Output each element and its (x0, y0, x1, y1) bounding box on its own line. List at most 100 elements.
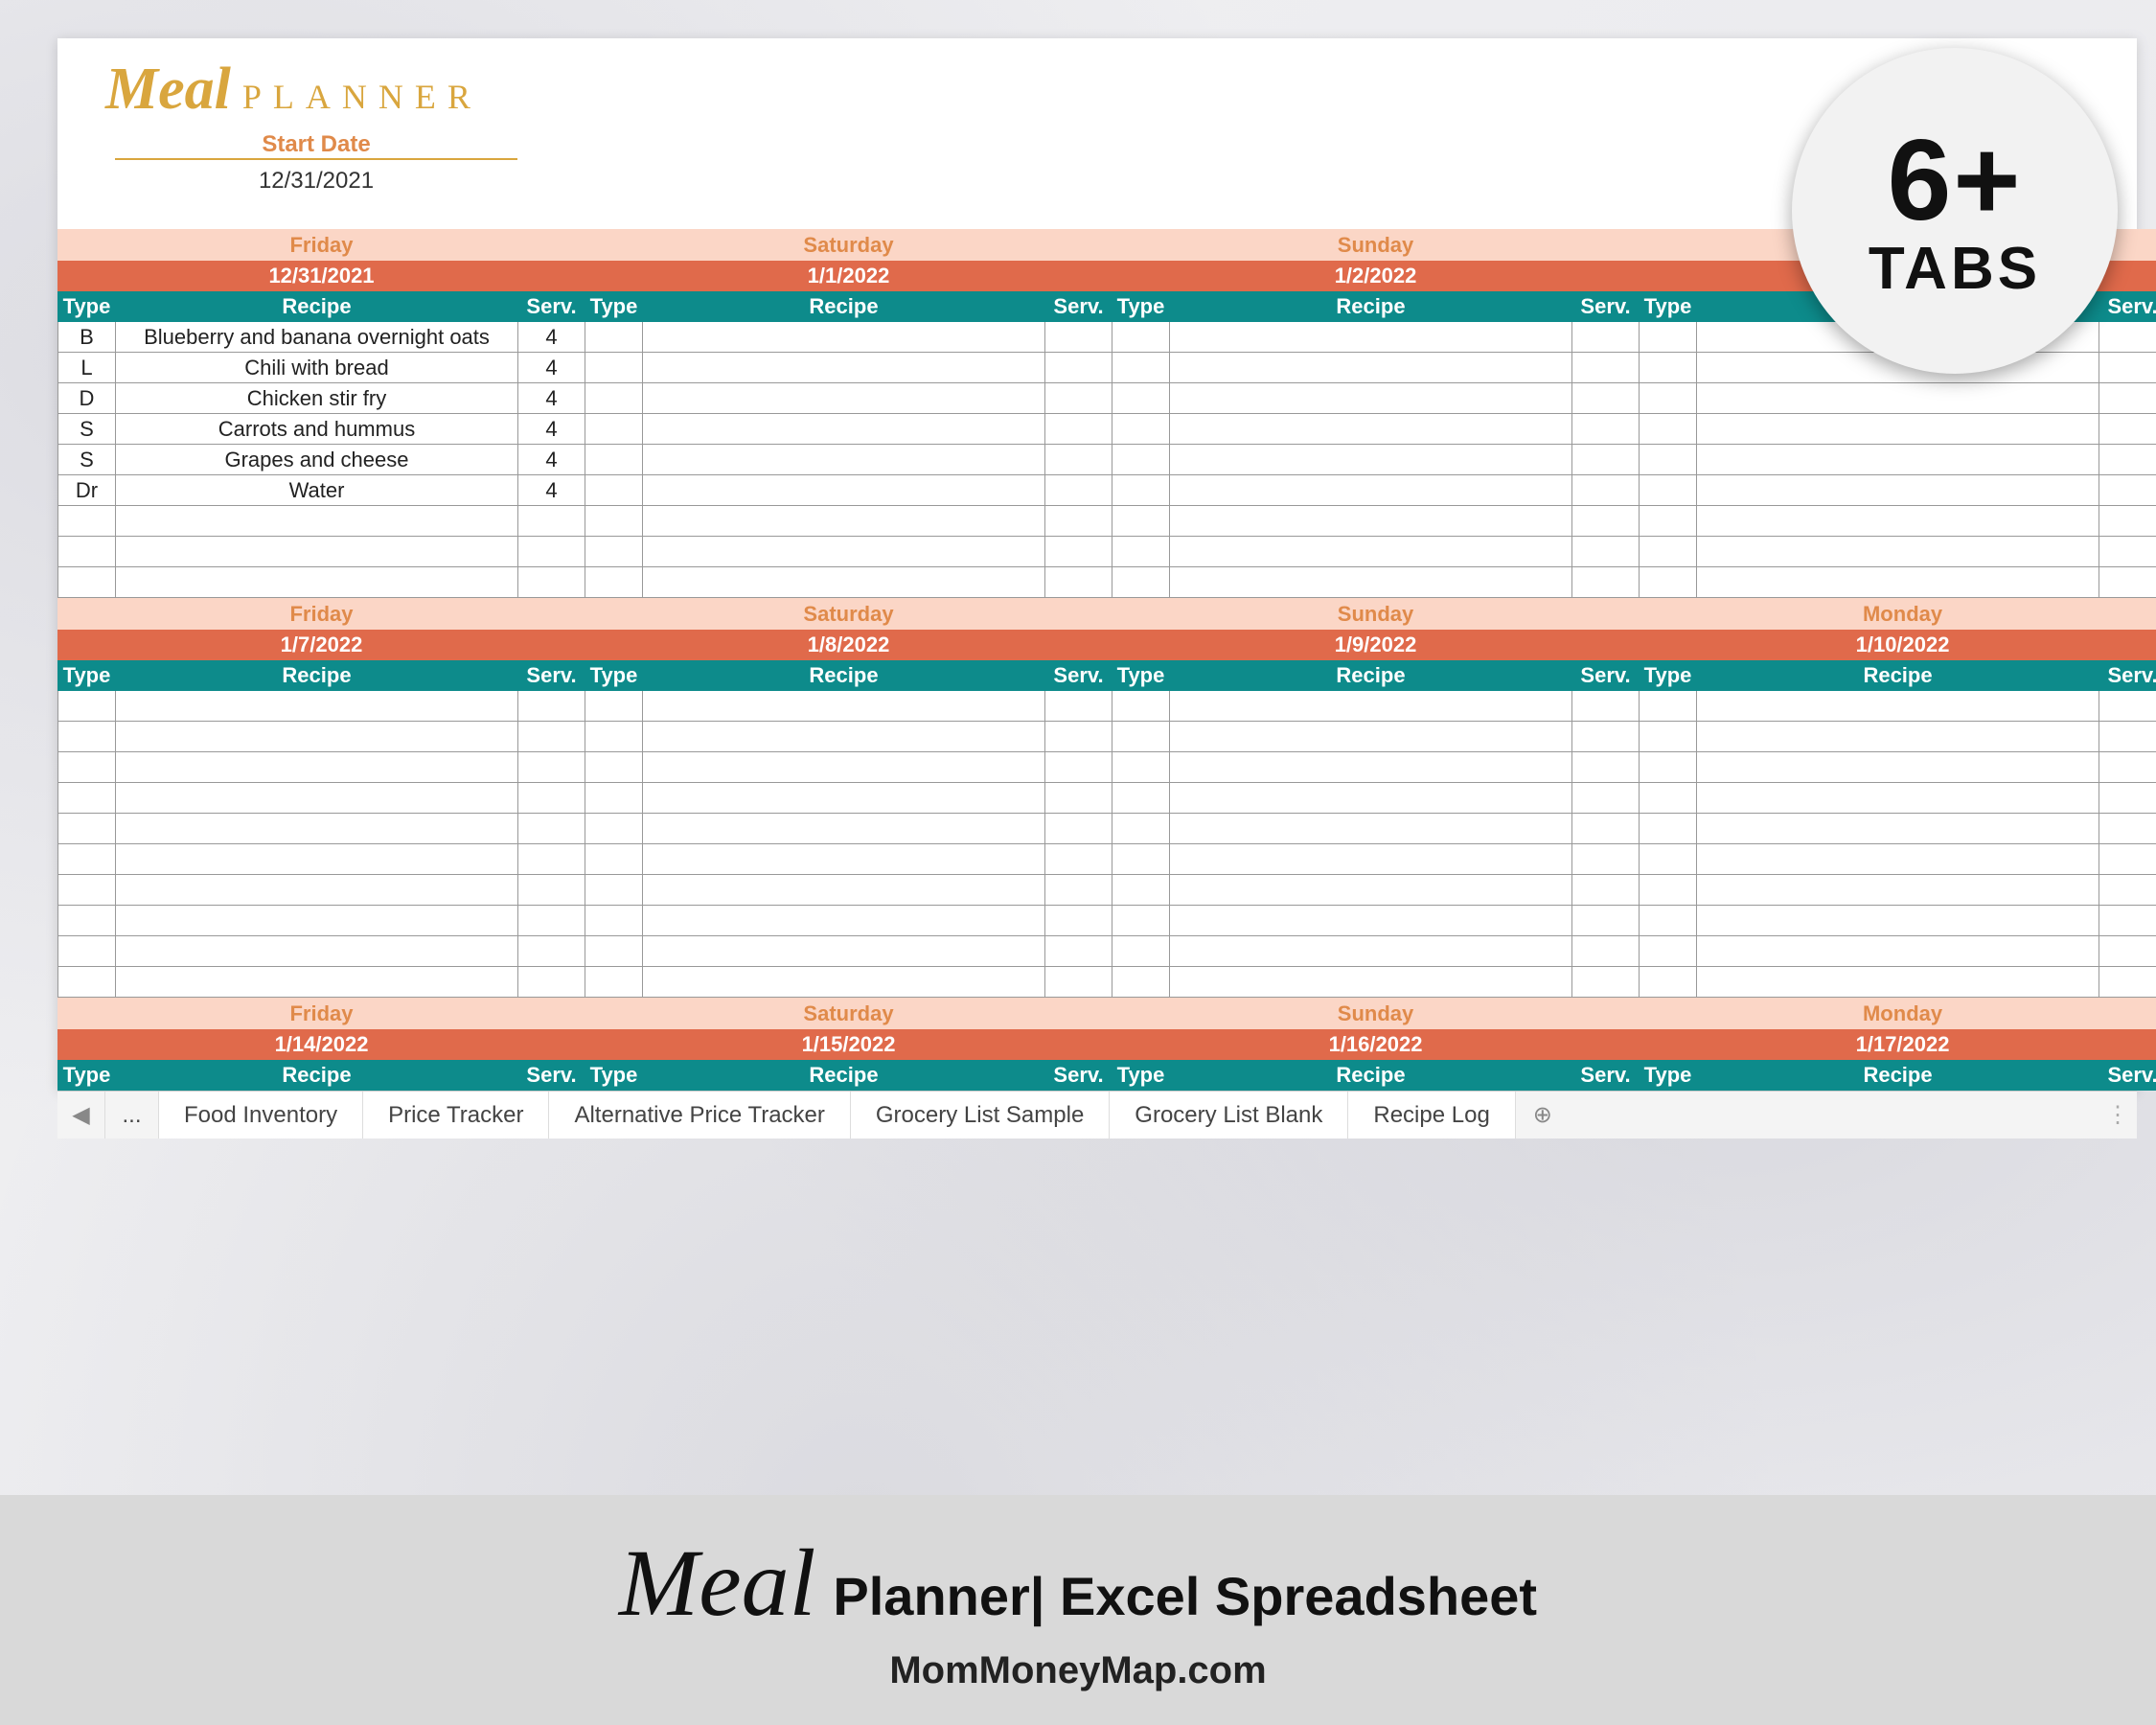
cell-serv[interactable] (1045, 445, 1112, 475)
cell-recipe[interactable] (1170, 722, 1572, 752)
cell-type[interactable] (1112, 475, 1170, 506)
cell-recipe[interactable] (116, 537, 518, 567)
cell-serv[interactable] (1045, 752, 1112, 783)
cell-type[interactable] (1640, 875, 1697, 906)
cell-serv[interactable] (2099, 936, 2156, 967)
cell-serv[interactable] (518, 967, 585, 998)
cell-serv[interactable] (518, 906, 585, 936)
cell-type[interactable] (585, 814, 643, 844)
tab-menu-icon[interactable]: ⋮ (2099, 1101, 2137, 1129)
cell-recipe[interactable] (1170, 383, 1572, 414)
cell-serv[interactable] (1572, 414, 1640, 445)
cell-serv[interactable] (1572, 752, 1640, 783)
cell-recipe[interactable] (116, 722, 518, 752)
cell-type[interactable] (1112, 722, 1170, 752)
cell-type[interactable] (1640, 844, 1697, 875)
cell-recipe[interactable]: Chicken stir fry (116, 383, 518, 414)
cell-recipe[interactable] (1697, 814, 2099, 844)
cell-type[interactable] (585, 844, 643, 875)
cell-serv[interactable] (1045, 844, 1112, 875)
cell-serv[interactable] (1045, 506, 1112, 537)
cell-type[interactable] (585, 445, 643, 475)
cell-recipe[interactable]: Grapes and cheese (116, 445, 518, 475)
tab-ellipsis[interactable]: ... (105, 1092, 159, 1138)
cell-serv[interactable] (1572, 906, 1640, 936)
cell-recipe[interactable] (643, 722, 1045, 752)
cell-type[interactable] (1112, 567, 1170, 598)
cell-recipe[interactable] (1170, 322, 1572, 353)
cell-type[interactable] (1640, 814, 1697, 844)
cell-type[interactable] (58, 537, 116, 567)
cell-serv[interactable] (1572, 936, 1640, 967)
cell-recipe[interactable] (1170, 967, 1572, 998)
cell-serv[interactable] (518, 875, 585, 906)
cell-serv[interactable] (2099, 506, 2156, 537)
cell-type[interactable] (1640, 691, 1697, 722)
start-date-value[interactable]: 12/31/2021 (115, 164, 517, 196)
cell-type[interactable] (585, 414, 643, 445)
cell-serv[interactable]: 4 (518, 445, 585, 475)
cell-type[interactable] (1640, 322, 1697, 353)
cell-type[interactable] (585, 691, 643, 722)
cell-recipe[interactable] (1697, 752, 2099, 783)
cell-serv[interactable] (1045, 691, 1112, 722)
sheet-tab[interactable]: Food Inventory (159, 1092, 363, 1138)
cell-recipe[interactable] (1170, 814, 1572, 844)
sheet-tab[interactable]: Price Tracker (363, 1092, 549, 1138)
cell-recipe[interactable] (1170, 414, 1572, 445)
cell-type[interactable] (1112, 414, 1170, 445)
cell-serv[interactable] (1045, 353, 1112, 383)
cell-recipe[interactable] (116, 906, 518, 936)
cell-serv[interactable]: 4 (518, 414, 585, 445)
cell-type[interactable]: Dr (58, 475, 116, 506)
cell-serv[interactable] (518, 722, 585, 752)
cell-serv[interactable]: 4 (518, 353, 585, 383)
cell-serv[interactable] (1045, 906, 1112, 936)
cell-type[interactable] (585, 353, 643, 383)
cell-serv[interactable] (518, 936, 585, 967)
cell-recipe[interactable] (116, 936, 518, 967)
cell-recipe[interactable] (116, 752, 518, 783)
cell-recipe[interactable] (1697, 967, 2099, 998)
cell-serv[interactable]: 4 (518, 322, 585, 353)
cell-recipe[interactable] (116, 814, 518, 844)
cell-serv[interactable] (518, 814, 585, 844)
cell-recipe[interactable] (1697, 475, 2099, 506)
cell-serv[interactable] (2099, 414, 2156, 445)
cell-recipe[interactable] (643, 906, 1045, 936)
cell-type[interactable] (1112, 936, 1170, 967)
cell-recipe[interactable] (116, 567, 518, 598)
cell-serv[interactable] (2099, 967, 2156, 998)
cell-serv[interactable] (1572, 383, 1640, 414)
cell-serv[interactable]: 4 (518, 383, 585, 414)
cell-type[interactable] (1640, 353, 1697, 383)
cell-serv[interactable] (2099, 783, 2156, 814)
cell-recipe[interactable] (1170, 936, 1572, 967)
cell-type[interactable] (585, 322, 643, 353)
cell-serv[interactable] (1572, 814, 1640, 844)
cell-serv[interactable] (2099, 383, 2156, 414)
cell-serv[interactable] (2099, 322, 2156, 353)
cell-serv[interactable] (1045, 814, 1112, 844)
cell-recipe[interactable] (1170, 475, 1572, 506)
sheet-tab[interactable]: Alternative Price Tracker (549, 1092, 850, 1138)
cell-type[interactable]: B (58, 322, 116, 353)
cell-recipe[interactable] (1697, 445, 2099, 475)
cell-serv[interactable] (1045, 783, 1112, 814)
cell-serv[interactable] (2099, 475, 2156, 506)
cell-recipe[interactable] (1697, 722, 2099, 752)
cell-recipe[interactable] (643, 844, 1045, 875)
cell-recipe[interactable]: Carrots and hummus (116, 414, 518, 445)
cell-serv[interactable] (2099, 752, 2156, 783)
cell-recipe[interactable] (1697, 936, 2099, 967)
cell-type[interactable] (1112, 875, 1170, 906)
cell-type[interactable] (1112, 506, 1170, 537)
cell-recipe[interactable] (1170, 537, 1572, 567)
cell-recipe[interactable] (643, 814, 1045, 844)
cell-type[interactable] (1640, 906, 1697, 936)
cell-serv[interactable] (1045, 722, 1112, 752)
cell-recipe[interactable] (643, 936, 1045, 967)
cell-recipe[interactable] (643, 506, 1045, 537)
cell-recipe[interactable] (1697, 506, 2099, 537)
cell-type[interactable] (1112, 814, 1170, 844)
